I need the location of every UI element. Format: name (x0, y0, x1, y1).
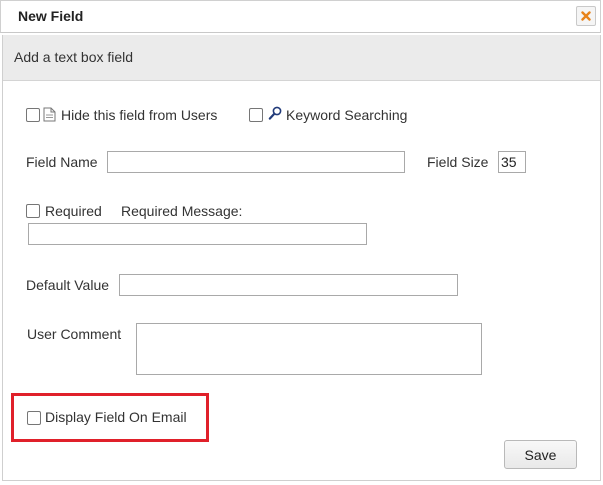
new-field-dialog: New Field Add a text box field Hide this… (0, 0, 603, 485)
magnifier-icon (268, 106, 282, 120)
keyword-search-checkbox[interactable] (249, 108, 263, 122)
hide-field-label: Hide this field from Users (61, 107, 218, 123)
dialog-title: New Field (18, 8, 84, 24)
save-button[interactable]: Save (504, 440, 577, 469)
field-size-label: Field Size (427, 154, 489, 170)
display-on-email-checkbox[interactable] (27, 411, 41, 425)
required-label: Required (45, 203, 102, 219)
default-value-input[interactable] (119, 274, 458, 296)
default-value-label: Default Value (26, 277, 110, 293)
close-x-icon (581, 11, 591, 21)
dialog-subheader: Add a text box field (3, 35, 600, 81)
user-comment-textarea[interactable] (136, 323, 482, 375)
display-on-email-label: Display Field On Email (45, 409, 187, 425)
close-button[interactable] (576, 6, 596, 26)
document-icon (43, 107, 56, 122)
field-size-input[interactable] (498, 151, 526, 173)
required-checkbox[interactable] (26, 204, 40, 218)
required-message-input[interactable] (28, 223, 367, 245)
field-name-label: Field Name (26, 154, 98, 170)
keyword-search-label: Keyword Searching (286, 107, 408, 123)
dialog-subtitle: Add a text box field (14, 49, 134, 65)
required-message-label: Required Message: (121, 203, 243, 219)
hide-field-checkbox[interactable] (26, 108, 40, 122)
dialog-titlebar: New Field (0, 0, 601, 33)
field-name-input[interactable] (107, 151, 405, 173)
user-comment-label: User Comment (27, 326, 122, 342)
